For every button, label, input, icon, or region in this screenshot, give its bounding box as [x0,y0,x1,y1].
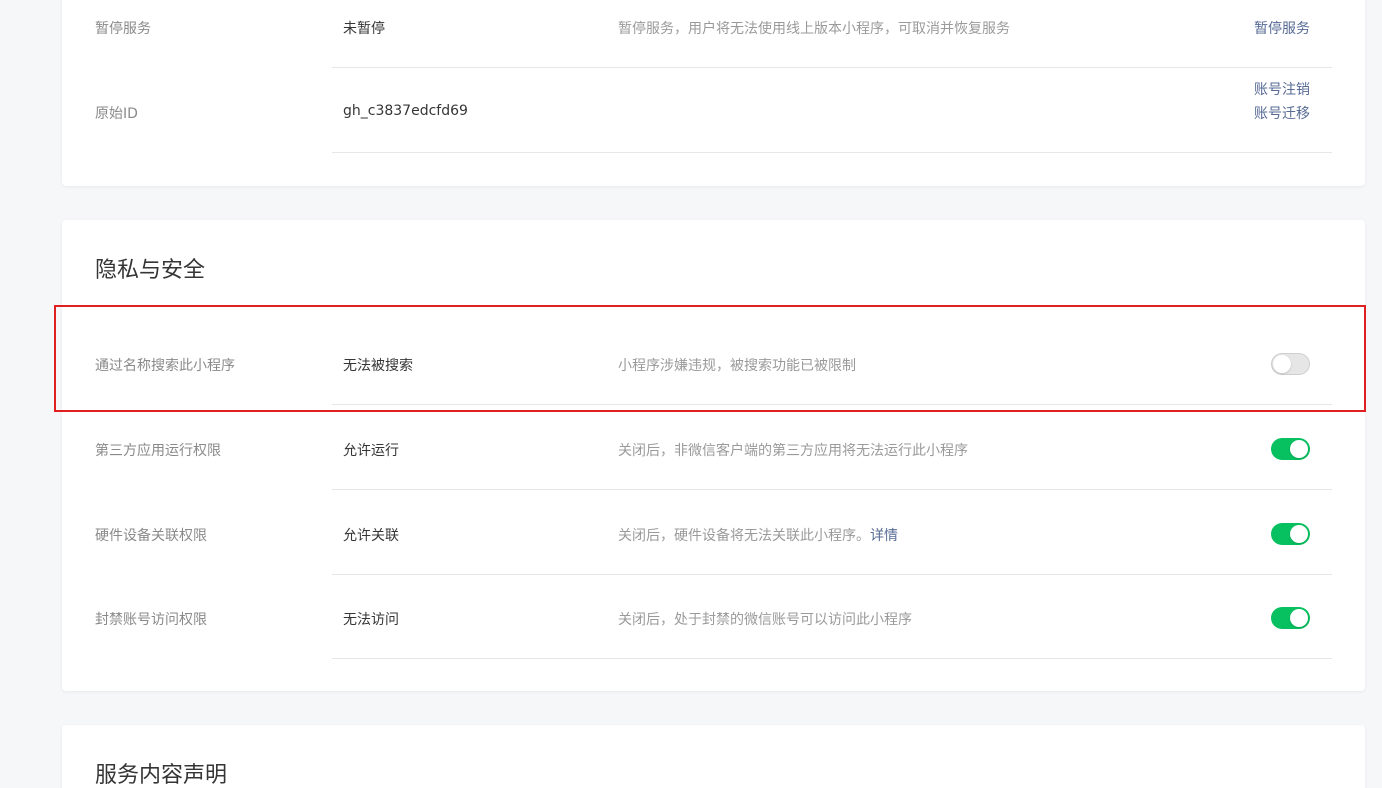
toggle-knob [1290,440,1308,458]
pause-service-value: 未暂停 [343,21,385,37]
account-cancel-link[interactable]: 账号注销 [1254,78,1310,102]
privacy-security-title: 隐私与安全 [95,258,206,283]
search-by-name-label: 通过名称搜索此小程序 [95,358,235,374]
hardware-link-desc-text: 关闭后，硬件设备将无法关联此小程序。 [618,528,870,544]
third-party-run-value: 允许运行 [343,443,399,459]
banned-access-toggle[interactable] [1271,607,1310,629]
search-by-name-desc: 小程序涉嫌违规，被搜索功能已被限制 [618,358,856,374]
search-by-name-value: 无法被搜索 [343,358,413,374]
settings-page: 暂停服务 未暂停 暂停服务，用户将无法使用线上版本小程序，可取消并恢复服务 暂停… [0,0,1382,788]
toggle-knob [1290,609,1308,627]
third-party-run-label: 第三方应用运行权限 [95,443,221,459]
search-by-name-row: 通过名称搜索此小程序 无法被搜索 小程序涉嫌违规，被搜索功能已被限制 [62,320,1365,405]
row-divider [332,658,1332,659]
pause-service-link[interactable]: 暂停服务 [1254,18,1310,38]
original-id-actions: 账号注销 账号迁移 [1254,78,1310,126]
pause-service-row: 暂停服务 未暂停 暂停服务，用户将无法使用线上版本小程序，可取消并恢复服务 暂停… [62,0,1365,68]
banned-access-row: 封禁账号访问权限 无法访问 关闭后，处于封禁的微信账号可以访问此小程序 [62,575,1365,659]
third-party-run-row: 第三方应用运行权限 允许运行 关闭后，非微信客户端的第三方应用将无法运行此小程序 [62,405,1365,490]
hardware-link-label: 硬件设备关联权限 [95,528,207,544]
service-content-card: 服务内容声明 [62,725,1365,788]
banned-access-desc: 关闭后，处于封禁的微信账号可以访问此小程序 [618,612,912,628]
search-by-name-toggle[interactable] [1271,353,1310,375]
third-party-run-toggle[interactable] [1271,438,1310,460]
pause-service-desc: 暂停服务，用户将无法使用线上版本小程序，可取消并恢复服务 [618,21,1010,37]
privacy-security-card: 隐私与安全 通过名称搜索此小程序 无法被搜索 小程序涉嫌违规，被搜索功能已被限制… [62,220,1365,691]
account-migrate-link[interactable]: 账号迁移 [1254,102,1310,126]
account-info-card: 暂停服务 未暂停 暂停服务，用户将无法使用线上版本小程序，可取消并恢复服务 暂停… [62,0,1365,186]
hardware-link-desc: 关闭后，硬件设备将无法关联此小程序。详情 [618,525,898,545]
service-content-title: 服务内容声明 [95,763,228,788]
row-divider [332,152,1332,153]
hardware-link-value: 允许关联 [343,528,399,544]
banned-access-label: 封禁账号访问权限 [95,612,207,628]
original-id-value: gh_c3837edcfd69 [343,103,468,119]
original-id-row: 原始ID gh_c3837edcfd69 账号注销 账号迁移 [62,68,1365,153]
hardware-link-toggle[interactable] [1271,523,1310,545]
hardware-link-row: 硬件设备关联权限 允许关联 关闭后，硬件设备将无法关联此小程序。详情 [62,490,1365,575]
third-party-run-desc: 关闭后，非微信客户端的第三方应用将无法运行此小程序 [618,443,968,459]
original-id-label: 原始ID [95,106,138,122]
toggle-knob [1273,355,1291,373]
toggle-knob [1290,525,1308,543]
hardware-link-details-link[interactable]: 详情 [870,528,898,544]
banned-access-value: 无法访问 [343,612,399,628]
pause-service-label: 暂停服务 [95,21,151,37]
